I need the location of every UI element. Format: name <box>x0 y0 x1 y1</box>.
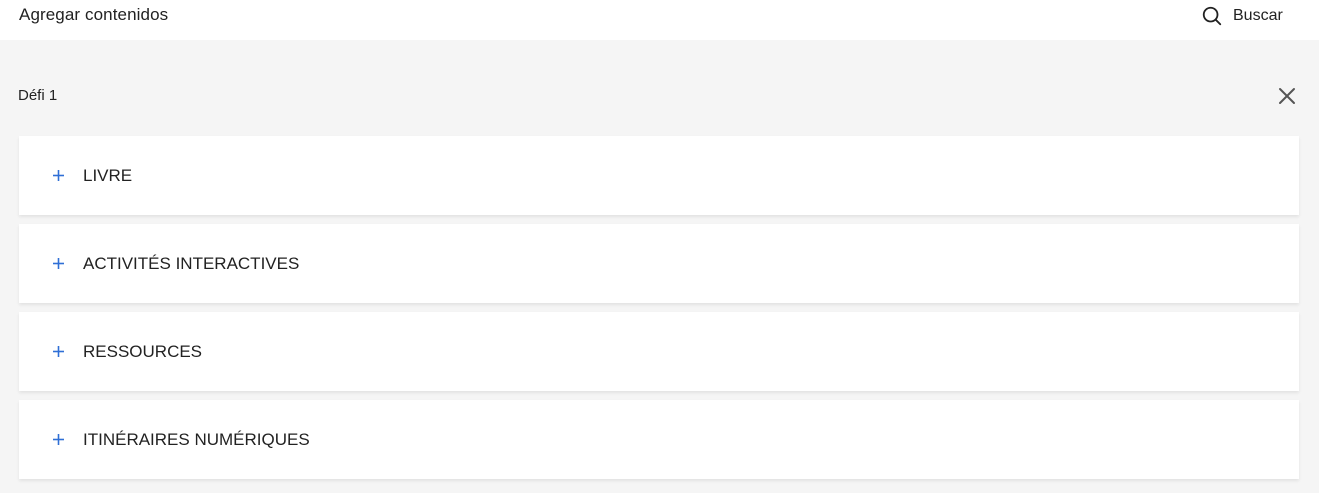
accordion-item-label: ACTIVITÉS INTERACTIVES <box>83 254 300 273</box>
accordion-item-itineraires-numeriques[interactable]: ITINÉRAIRES NUMÉRIQUES <box>19 400 1299 479</box>
accordion-item-activites-interactives[interactable]: ACTIVITÉS INTERACTIVES <box>19 224 1299 303</box>
accordion-item-label: ITINÉRAIRES NUMÉRIQUES <box>83 430 310 449</box>
search-button[interactable]: Buscar <box>1201 4 1283 28</box>
plus-icon <box>53 258 64 269</box>
close-icon[interactable] <box>1277 86 1297 106</box>
plus-icon <box>53 346 64 357</box>
top-bar: Agregar contenidos Buscar <box>0 0 1319 40</box>
accordion-item-label: LIVRE <box>83 166 133 185</box>
plus-icon <box>53 434 64 445</box>
accordion-item-ressources[interactable]: RESSOURCES <box>19 312 1299 391</box>
plus-icon <box>53 170 64 181</box>
search-icon <box>1202 6 1222 26</box>
search-button-label: Buscar <box>1233 7 1283 24</box>
accordion-item-label: RESSOURCES <box>83 342 203 361</box>
accordion-item-livre[interactable]: LIVRE <box>19 136 1299 215</box>
page-title: Agregar contenidos <box>19 5 169 24</box>
section-title: Défi 1 <box>18 87 58 104</box>
